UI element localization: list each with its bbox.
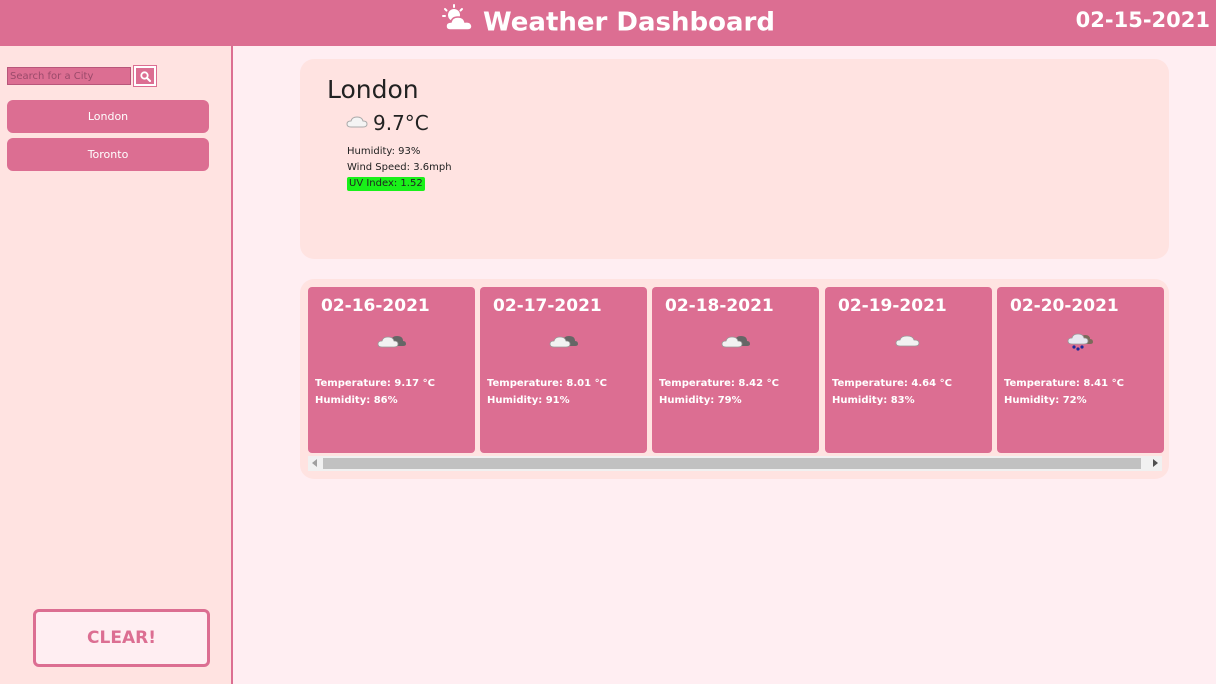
uv-index-badge: UV Index: 1.52 [347, 177, 425, 191]
scroll-left-arrow-icon[interactable] [312, 459, 317, 467]
current-weather-card: London 9.7°C Humidity: 93% Wind Speed: 3… [300, 59, 1169, 259]
forecast-temperature: Temperature: 8.01 °C [487, 378, 607, 389]
clear-button[interactable]: CLEAR! [33, 609, 210, 667]
current-city-name: London [327, 75, 419, 104]
cloud-icon [825, 331, 992, 353]
cloud-icon [346, 114, 368, 133]
current-temperature: 9.7°C [373, 111, 429, 135]
forecast-stats: Temperature: 4.64 °C Humidity: 83% [832, 375, 952, 409]
forecast-humidity: Humidity: 91% [487, 395, 570, 406]
partly-cloudy-icon [652, 331, 819, 353]
search-input[interactable] [7, 67, 131, 85]
current-temp-row: 9.7°C [346, 111, 429, 135]
forecast-humidity: Humidity: 83% [832, 395, 915, 406]
city-button-toronto[interactable]: Toronto [7, 138, 209, 171]
forecast-stats: Temperature: 8.01 °C Humidity: 91% [487, 375, 607, 409]
forecast-date: 02-20-2021 [1010, 296, 1119, 316]
city-button-london[interactable]: London [7, 100, 209, 133]
forecast-temperature: Temperature: 4.64 °C [832, 378, 952, 389]
forecast-panel: 02-16-2021 Temperature: 9.17 °C Humidity… [300, 279, 1169, 479]
search-row [7, 66, 156, 86]
forecast-temperature: Temperature: 9.17 °C [315, 378, 435, 389]
forecast-card: 02-18-2021 Temperature: 8.42 °C Humidity… [652, 287, 819, 453]
forecast-date: 02-16-2021 [321, 296, 430, 316]
forecast-date: 02-17-2021 [493, 296, 602, 316]
search-icon [139, 67, 151, 86]
rain-icon [997, 331, 1164, 355]
app-title-text: Weather Dashboard [483, 7, 775, 38]
header-date: 02-15-2021 [1075, 8, 1210, 32]
forecast-card: 02-16-2021 Temperature: 9.17 °C Humidity… [308, 287, 475, 453]
partly-cloudy-icon [308, 331, 475, 353]
forecast-humidity: Humidity: 72% [1004, 395, 1087, 406]
forecast-temperature: Temperature: 8.41 °C [1004, 378, 1124, 389]
sun-cloud-icon [441, 4, 477, 42]
scroll-thumb[interactable] [323, 458, 1141, 469]
forecast-card: 02-20-2021 Temperature: 8.41 °C Humidity… [997, 287, 1164, 453]
forecast-stats: Temperature: 8.42 °C Humidity: 79% [659, 375, 779, 409]
current-stats: Humidity: 93% Wind Speed: 3.6mph UV Inde… [347, 144, 452, 192]
app-header: Weather Dashboard 02-15-2021 [0, 0, 1216, 46]
current-wind-speed: Wind Speed: 3.6mph [347, 162, 452, 173]
forecast-humidity: Humidity: 79% [659, 395, 742, 406]
sidebar: London Toronto CLEAR! [0, 46, 233, 684]
scroll-right-arrow-icon[interactable] [1153, 459, 1158, 467]
search-button[interactable] [134, 66, 156, 86]
forecast-card: 02-19-2021 Temperature: 4.64 °C Humidity… [825, 287, 992, 453]
forecast-stats: Temperature: 9.17 °C Humidity: 86% [315, 375, 435, 409]
forecast-humidity: Humidity: 86% [315, 395, 398, 406]
forecast-card: 02-17-2021 Temperature: 8.01 °C Humidity… [480, 287, 647, 453]
forecast-stats: Temperature: 8.41 °C Humidity: 72% [1004, 375, 1124, 409]
forecast-temperature: Temperature: 8.42 °C [659, 378, 779, 389]
forecast-date: 02-18-2021 [665, 296, 774, 316]
current-humidity: Humidity: 93% [347, 146, 421, 157]
forecast-scrollbar[interactable] [308, 456, 1162, 471]
partly-cloudy-icon [480, 331, 647, 353]
forecast-date: 02-19-2021 [838, 296, 947, 316]
app-title: Weather Dashboard [0, 4, 1216, 42]
